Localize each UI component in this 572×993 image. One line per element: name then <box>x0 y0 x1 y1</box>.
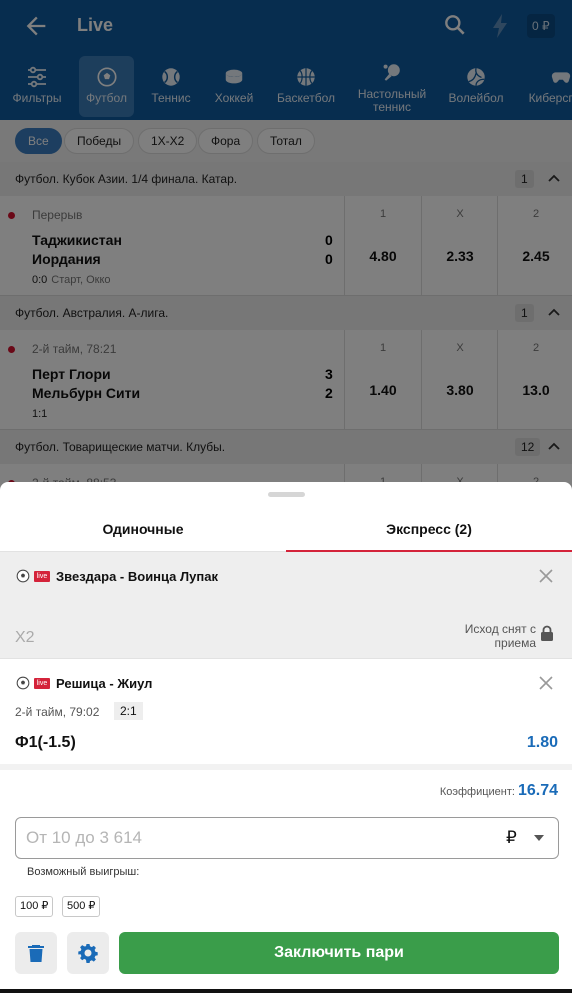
place-bet-button[interactable]: Заключить пари <box>119 932 559 974</box>
betslip-settings-button[interactable] <box>67 932 109 974</box>
clear-betslip-button[interactable] <box>15 932 57 974</box>
quick-stake-500[interactable]: 500 ₽ <box>62 896 101 917</box>
bet-match-score: 2:1 <box>114 702 143 720</box>
lock-icon <box>541 625 553 641</box>
divider <box>0 764 572 770</box>
total-coefficient: Коэффициент: 16.74 <box>300 782 558 800</box>
bet-event-name: Звездара - Воинца Лупак <box>56 569 218 584</box>
betslip-sheet: Одиночные Экспресс (2) live Звездара - В… <box>0 482 572 993</box>
close-icon[interactable] <box>538 568 554 584</box>
bet-market: X2 <box>15 629 35 646</box>
live-badge: live <box>34 571 50 582</box>
soccer-ball-icon <box>16 676 30 690</box>
close-icon[interactable] <box>538 675 554 691</box>
bet-match-time: 2-й тайм, 79:02 <box>15 705 100 719</box>
coefficient-value: 16.74 <box>517 782 558 799</box>
bet-item: live Решица - Жиул 2-й тайм, 79:02 2:1 Ф… <box>0 658 572 764</box>
sheet-drag-handle[interactable] <box>268 492 305 497</box>
live-badge: live <box>34 678 50 689</box>
chevron-down-icon[interactable] <box>533 833 545 843</box>
quick-stake-100[interactable]: 100 ₽ <box>15 896 54 917</box>
outcome-removed-note: Исход снят с приема <box>464 622 536 650</box>
gear-icon <box>78 944 98 963</box>
stake-field[interactable]: ₽ <box>15 817 559 859</box>
trash-icon <box>28 945 44 962</box>
currency-symbol[interactable]: ₽ <box>506 828 517 848</box>
betslip-tabs: Одиночные Экспресс (2) <box>0 508 572 552</box>
coefficient-label: Коэффициент: <box>439 786 515 798</box>
bet-market: Ф1(-1.5) <box>15 734 76 751</box>
stake-input[interactable] <box>26 826 466 850</box>
bet-item-disabled: live Звездара - Воинца Лупак X2 Исход сн… <box>0 552 572 658</box>
tab-express[interactable]: Экспресс (2) <box>286 508 572 552</box>
soccer-ball-icon <box>16 569 30 583</box>
system-nav-bar <box>0 989 572 993</box>
bet-event-name: Решица - Жиул <box>56 676 153 691</box>
tab-single[interactable]: Одиночные <box>0 508 286 552</box>
possible-win-label: Возможный выигрыш: <box>27 866 140 878</box>
bet-odd-value: 1.80 <box>526 734 558 751</box>
